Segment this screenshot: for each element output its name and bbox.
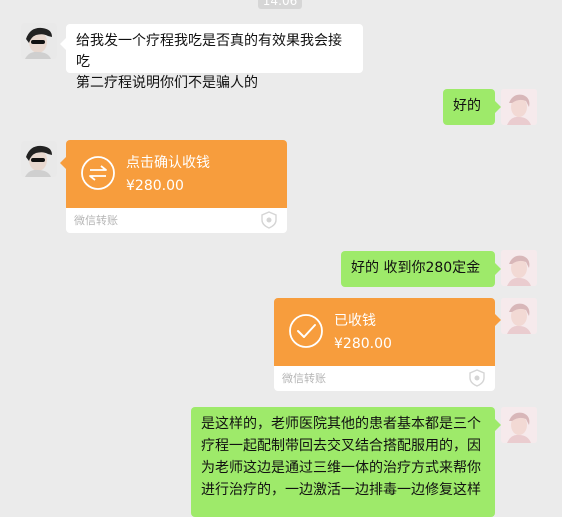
shield-icon [261, 211, 277, 229]
transfer-footer-label: 微信转账 [282, 372, 326, 385]
message-text: 好的 [453, 98, 481, 114]
message-bubble-me[interactable]: 好的 收到你280定金 [341, 251, 501, 287]
my-avatar[interactable] [501, 407, 537, 443]
my-avatar[interactable] [501, 89, 537, 125]
timestamp: 14:06 [258, 0, 302, 9]
message-text-line: 进行治疗的，一边激活一边排毒一边修复这样 [201, 482, 481, 498]
message-text-line: 第二疗程说明你们不是骗人的 [76, 75, 258, 91]
transfer-card-footer: 微信转账 [274, 366, 495, 391]
transfer-card-header: 已收钱 ¥280.00 [274, 298, 495, 366]
checkmark-icon [289, 314, 323, 348]
transfer-amount: ¥280.00 [126, 178, 184, 194]
transfer-title: 已收钱 [334, 313, 376, 329]
message-text-line: 给我发一个疗程我吃是否真的有效果我会接吃 [76, 33, 342, 70]
transfer-title: 点击确认收钱 [126, 155, 210, 171]
transfer-arrows-icon [81, 156, 115, 190]
message-text-line: 是这样的，老师医院其他的患者基本都是三个 [201, 416, 481, 432]
message-text: 好的 收到你280定金 [351, 260, 481, 276]
my-avatar[interactable] [501, 250, 537, 286]
transfer-amount: ¥280.00 [334, 336, 392, 352]
transfer-footer-label: 微信转账 [74, 214, 118, 227]
transfer-card-header: 点击确认收钱 ¥280.00 [66, 140, 287, 208]
contact-avatar[interactable] [21, 141, 57, 177]
my-avatar[interactable] [501, 298, 537, 334]
message-bubble-contact[interactable]: 给我发一个疗程我吃是否真的有效果我会接吃 第二疗程说明你们不是骗人的 [60, 24, 363, 91]
contact-avatar[interactable] [21, 23, 57, 59]
transfer-card-me[interactable]: 已收钱 ¥280.00 微信转账 [274, 298, 495, 391]
message-bubble-me[interactable]: 好的 [443, 89, 501, 125]
message-text-line: 为老师这边是通过三维一体的治疗方式来帮你 [201, 460, 481, 476]
shield-icon [469, 369, 485, 387]
message-text-line: 疗程一起配制带回去交叉结合搭配服用的，因 [201, 438, 481, 454]
transfer-card-footer: 微信转账 [66, 208, 287, 233]
transfer-card-contact[interactable]: 点击确认收钱 ¥280.00 微信转账 [66, 140, 287, 233]
